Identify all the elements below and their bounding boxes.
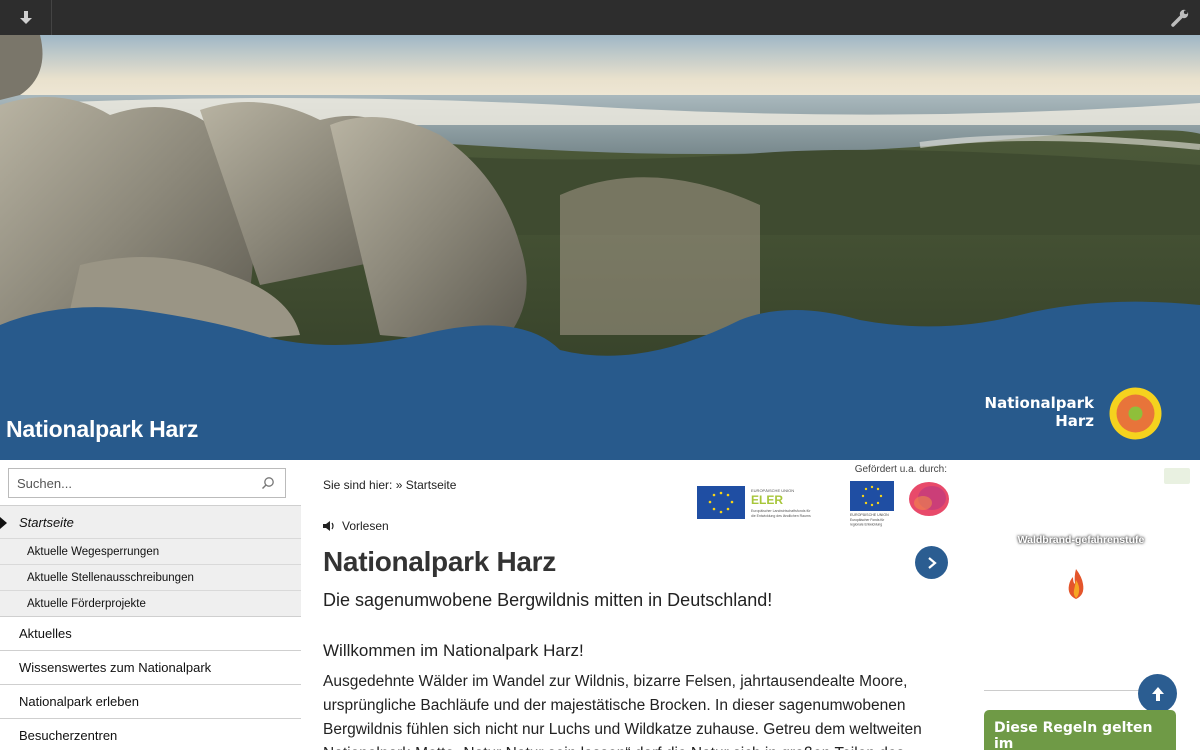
page-subtitle: Die sagenumwobene Bergwildnis mitten in … <box>323 590 773 610</box>
main-content: Sie sind hier: » Startseite Gefördert u.… <box>323 460 953 750</box>
nav-item-wissenswertes[interactable]: Wissenswertes zum Nationalpark <box>0 650 301 684</box>
logo-line-2: Harz <box>1055 412 1094 430</box>
top-toolbar <box>0 0 1200 35</box>
efre-union-text: EUROPÄISCHE UNION <box>850 513 889 517</box>
eler-line-1: Europäischer Landwirtschaftsfonds für <box>751 509 811 513</box>
scroll-to-top-button[interactable] <box>1138 674 1177 713</box>
funded-by-label: Gefördert u.a. durch: <box>854 464 947 475</box>
nav-item-label: Startseite <box>19 514 74 530</box>
search-icon[interactable] <box>261 476 275 490</box>
welcome-heading: Willkommen im Nationalpark Harz! <box>323 641 584 660</box>
eler-eu-logo[interactable]: EUROPÄISCHE UNION ELER Europäischer Land… <box>697 486 837 520</box>
search-box <box>8 468 286 498</box>
nav-subitem-stellenausschreibungen[interactable]: Aktuelle Stellenausschreibungen <box>0 564 301 590</box>
intro-paragraph: Ausgedehnte Wälder im Wandel zur Wildnis… <box>323 673 922 750</box>
nav-item-erleben[interactable]: Nationalpark erleben <box>0 684 301 718</box>
nav-item-aktuelles[interactable]: Aktuelles <box>0 616 301 650</box>
nav-item-startseite[interactable]: Startseite <box>0 505 301 538</box>
hero-banner: Nationalpark Harz Nationalpark Harz <box>0 35 1200 460</box>
nav-subitem-foerderprojekte[interactable]: Aktuelle Förderprojekte <box>0 590 301 616</box>
download-icon <box>19 10 32 24</box>
chevron-right-icon <box>927 556 937 569</box>
eler-line-2: die Entwicklung des ländlichen Raums <box>751 514 811 518</box>
breadcrumb-current[interactable]: » Startseite <box>396 478 457 492</box>
efre-line-2: regionale Entwicklung <box>850 523 882 527</box>
rules-teaser[interactable]: Diese Regeln gelten im <box>984 710 1176 750</box>
nav-subitem-wegesperrungen[interactable]: Aktuelle Wegesperrungen <box>0 538 301 564</box>
sidebar: Startseite Aktuelle Wegesperrungen Aktue… <box>0 460 302 750</box>
fire-danger-title[interactable]: Waldbrand-gefahrenstufe <box>984 534 1178 546</box>
active-arrow-icon <box>0 517 7 529</box>
funding-badge-logo[interactable] <box>908 480 950 518</box>
nav-item-besucherzentren[interactable]: Besucherzentren <box>0 718 301 750</box>
efre-eu-logo[interactable]: EUROPÄISCHE UNION Europäischer Fonds für… <box>850 481 896 527</box>
read-aloud-button[interactable]: Vorlesen <box>323 519 389 533</box>
nationalpark-logo-text[interactable]: Nationalpark Harz <box>985 394 1094 430</box>
logo-line-1: Nationalpark <box>984 394 1094 412</box>
rules-badge-icon <box>1164 468 1190 484</box>
main-navigation: Startseite Aktuelle Wegesperrungen Aktue… <box>0 505 301 750</box>
breadcrumb: Sie sind hier: » Startseite <box>323 478 456 492</box>
site-title[interactable]: Nationalpark Harz <box>6 416 198 443</box>
next-button[interactable] <box>915 546 948 579</box>
nationalpark-logo-icon[interactable] <box>1109 387 1162 440</box>
right-column: Waldbrand-gefahrenstufe Diese Regeln gel… <box>984 460 1200 750</box>
breadcrumb-prefix: Sie sind hier: <box>323 478 393 492</box>
page-title: Nationalpark Harz <box>323 546 556 577</box>
efre-line-1: Europäischer Fonds für <box>850 518 885 522</box>
wrench-icon[interactable] <box>1170 8 1190 28</box>
download-button[interactable] <box>0 0 52 35</box>
eler-text: ELER <box>751 493 783 507</box>
read-aloud-label: Vorlesen <box>342 519 389 533</box>
speaker-icon <box>323 521 334 531</box>
arrow-up-icon <box>1151 686 1164 701</box>
search-input[interactable] <box>9 469 249 497</box>
flame-icon[interactable] <box>1065 568 1087 600</box>
